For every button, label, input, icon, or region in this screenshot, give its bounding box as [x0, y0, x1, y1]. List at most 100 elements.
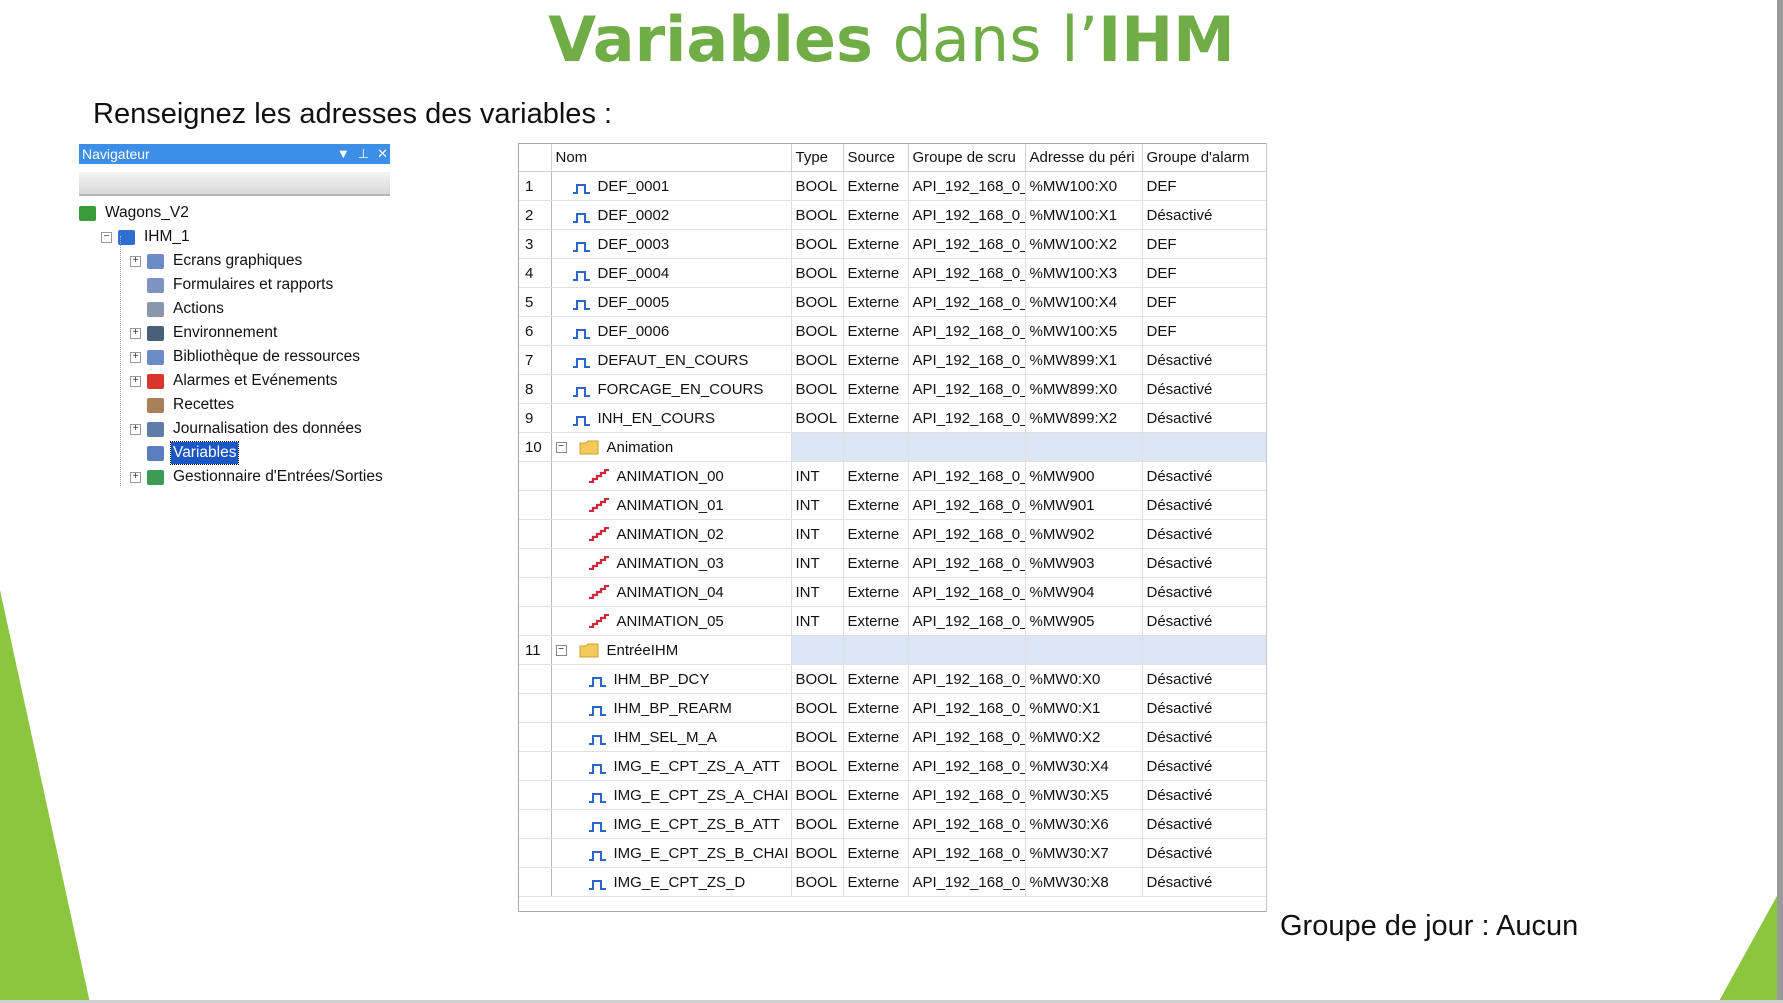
group-cell[interactable]: API_192_168_0_ — [908, 490, 1026, 520]
group-cell[interactable] — [908, 432, 1026, 462]
alarm-cell[interactable]: Désactivé — [1142, 577, 1266, 607]
name-cell[interactable]: DEF_0004 — [551, 258, 792, 288]
expand-icon[interactable]: + — [130, 424, 141, 435]
address-cell[interactable]: %MW903 — [1025, 548, 1143, 578]
alarm-cell[interactable]: Désactivé — [1142, 780, 1266, 810]
type-cell[interactable]: BOOL — [791, 171, 844, 201]
address-cell[interactable] — [1025, 432, 1143, 462]
table-row[interactable]: IMG_E_CPT_ZS_B_ATT BOOL Externe API_192_168… — [519, 809, 1266, 839]
alarm-cell[interactable]: Désactivé — [1142, 200, 1266, 230]
alarm-cell[interactable]: DEF — [1142, 287, 1266, 317]
tree-item-environment[interactable]: + Environnement — [130, 322, 279, 344]
name-cell[interactable]: FORCAGE_EN_COURS — [551, 374, 792, 404]
tree-item-alarms[interactable]: + Alarmes et Evénements — [130, 370, 340, 392]
address-cell[interactable]: %MW902 — [1025, 519, 1143, 549]
group-cell[interactable]: API_192_168_0_ — [908, 838, 1026, 868]
name-cell[interactable]: DEF_0002 — [551, 200, 792, 230]
alarm-cell[interactable]: DEF — [1142, 229, 1266, 259]
source-cell[interactable]: Externe — [843, 287, 909, 317]
group-cell[interactable]: API_192_168_0_ — [908, 287, 1026, 317]
table-row[interactable]: ANIMATION_03 INT Externe API_192_168_0_ %MW9… — [519, 548, 1266, 578]
group-cell[interactable]: API_192_168_0_ — [908, 403, 1026, 433]
name-cell[interactable]: DEF_0006 — [551, 316, 792, 346]
group-cell[interactable]: API_192_168_0_ — [908, 345, 1026, 375]
table-row[interactable]: 9 INH_EN_COURS BOOL Externe API_192_168_0_ %M… — [519, 403, 1266, 433]
table-row[interactable]: 3 DEF_0003 BOOL Externe API_192_168_0_ %MW100… — [519, 229, 1266, 259]
alarm-cell[interactable] — [1142, 432, 1266, 462]
name-cell[interactable]: ANIMATION_02 — [551, 519, 792, 549]
type-cell[interactable]: BOOL — [791, 374, 844, 404]
source-cell[interactable]: Externe — [843, 867, 909, 897]
alarm-cell[interactable]: Désactivé — [1142, 693, 1266, 723]
column-header-name[interactable]: Nom — [551, 144, 792, 172]
tree-item-io-manager[interactable]: + Gestionnaire d'Entrées/Sorties — [130, 466, 385, 488]
name-cell[interactable]: ANIMATION_01 — [551, 490, 792, 520]
source-cell[interactable] — [843, 432, 909, 462]
name-cell[interactable]: ANIMATION_04 — [551, 577, 792, 607]
source-cell[interactable] — [843, 635, 909, 665]
source-cell[interactable]: Externe — [843, 316, 909, 346]
alarm-cell[interactable]: Désactivé — [1142, 722, 1266, 752]
group-row[interactable]: 10− Animation — [519, 432, 1266, 462]
group-cell[interactable]: API_192_168_0_ — [908, 548, 1026, 578]
address-cell[interactable]: %MW30:X7 — [1025, 838, 1143, 868]
alarm-cell[interactable]: Désactivé — [1142, 461, 1266, 491]
name-cell[interactable]: IHM_BP_DCY — [551, 664, 792, 694]
table-row[interactable]: ANIMATION_04 INT Externe API_192_168_0_ %MW9… — [519, 577, 1266, 607]
type-cell[interactable]: BOOL — [791, 258, 844, 288]
group-cell[interactable]: API_192_168_0_ — [908, 258, 1026, 288]
table-row[interactable]: IMG_E_CPT_ZS_D BOOL Externe API_192_168_0_%… — [519, 867, 1266, 897]
type-cell[interactable] — [791, 432, 844, 462]
table-row[interactable]: IMG_E_CPT_ZS_A_ATT BOOL Externe API_192_168… — [519, 751, 1266, 781]
source-cell[interactable]: Externe — [843, 403, 909, 433]
name-cell[interactable]: DEFAUT_EN_COURS — [551, 345, 792, 375]
type-cell[interactable]: BOOL — [791, 403, 844, 433]
type-cell[interactable]: BOOL — [791, 838, 844, 868]
table-row[interactable]: 6 DEF_0006 BOOL Externe API_192_168_0_ %MW100… — [519, 316, 1266, 346]
name-cell[interactable]: DEF_0003 — [551, 229, 792, 259]
type-cell[interactable]: BOOL — [791, 316, 844, 346]
source-cell[interactable]: Externe — [843, 171, 909, 201]
alarm-cell[interactable]: DEF — [1142, 316, 1266, 346]
collapse-icon[interactable]: − — [555, 644, 567, 656]
type-cell[interactable]: INT — [791, 519, 844, 549]
name-cell[interactable]: ANIMATION_00 — [551, 461, 792, 491]
address-cell[interactable]: %MW100:X2 — [1025, 229, 1143, 259]
alarm-cell[interactable]: Désactivé — [1142, 606, 1266, 636]
group-cell[interactable]: API_192_168_0_ — [908, 229, 1026, 259]
expand-icon[interactable]: + — [130, 328, 141, 339]
group-cell[interactable]: API_192_168_0_ — [908, 374, 1026, 404]
group-cell[interactable]: API_192_168_0_ — [908, 519, 1026, 549]
group-cell[interactable]: API_192_168_0_ — [908, 780, 1026, 810]
address-cell[interactable]: %MW899:X0 — [1025, 374, 1143, 404]
address-cell[interactable]: %MW30:X6 — [1025, 809, 1143, 839]
tree-item-variables[interactable]: Variables — [147, 441, 240, 465]
source-cell[interactable]: Externe — [843, 606, 909, 636]
type-cell[interactable]: BOOL — [791, 693, 844, 723]
alarm-cell[interactable]: Désactivé — [1142, 751, 1266, 781]
type-cell[interactable]: BOOL — [791, 200, 844, 230]
group-cell[interactable]: API_192_168_0_ — [908, 751, 1026, 781]
alarm-cell[interactable]: Désactivé — [1142, 867, 1266, 897]
group-cell[interactable]: API_192_168_0_ — [908, 693, 1026, 723]
column-header-source[interactable]: Source — [843, 144, 909, 172]
alarm-cell[interactable]: DEF — [1142, 258, 1266, 288]
source-cell[interactable]: Externe — [843, 461, 909, 491]
table-row[interactable]: ANIMATION_05 INT Externe API_192_168_0_ %MW9… — [519, 606, 1266, 636]
group-cell[interactable] — [908, 635, 1026, 665]
address-cell[interactable]: %MW100:X0 — [1025, 171, 1143, 201]
type-cell[interactable]: BOOL — [791, 809, 844, 839]
group-row[interactable]: 11− EntréeIHM — [519, 635, 1266, 665]
name-cell[interactable]: − EntréeIHM — [551, 635, 792, 665]
address-cell[interactable]: %MW100:X3 — [1025, 258, 1143, 288]
table-row[interactable]: IMG_E_CPT_ZS_A_CHAI BOOL Externe API_192_16… — [519, 780, 1266, 810]
column-header-alarm[interactable]: Groupe d'alarm — [1142, 144, 1266, 172]
name-cell[interactable]: IMG_E_CPT_ZS_B_CHAI — [551, 838, 792, 868]
tree-item-forms[interactable]: Formulaires et rapports — [147, 274, 335, 296]
group-cell[interactable]: API_192_168_0_ — [908, 577, 1026, 607]
alarm-cell[interactable]: Désactivé — [1142, 664, 1266, 694]
alarm-cell[interactable]: Désactivé — [1142, 345, 1266, 375]
name-cell[interactable]: IMG_E_CPT_ZS_A_ATT — [551, 751, 792, 781]
address-cell[interactable]: %MW904 — [1025, 577, 1143, 607]
source-cell[interactable]: Externe — [843, 258, 909, 288]
